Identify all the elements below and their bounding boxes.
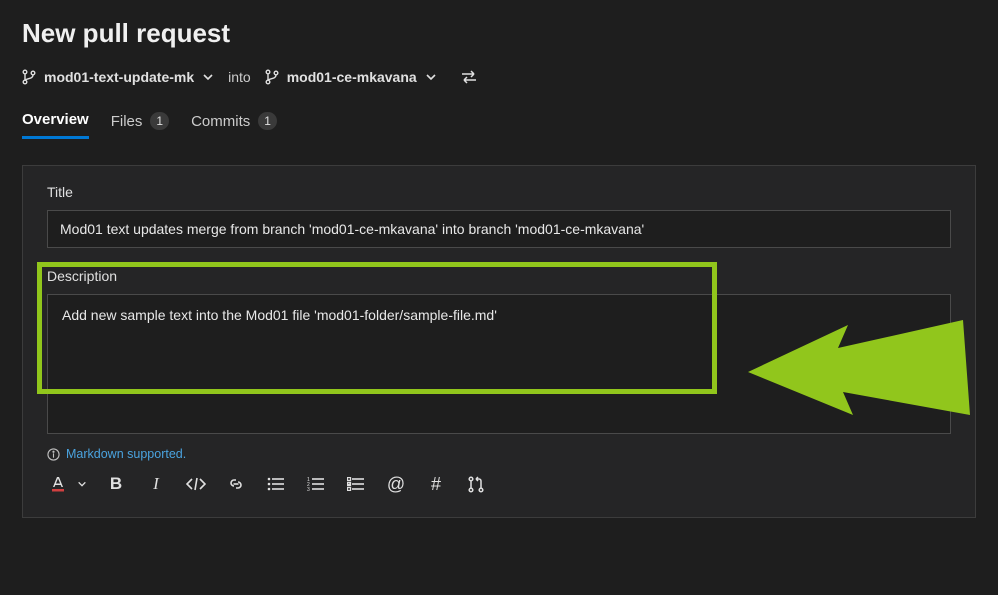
font-color-button[interactable] xyxy=(47,473,69,495)
into-label: into xyxy=(228,69,251,85)
tab-bar: Overview Files 1 Commits 1 xyxy=(22,111,976,139)
italic-button[interactable]: I xyxy=(145,473,167,495)
numbered-list-button[interactable]: 123 xyxy=(305,473,327,495)
info-icon xyxy=(47,448,60,461)
target-branch-label: mod01-ce-mkavana xyxy=(287,69,417,85)
pull-request-link-button[interactable] xyxy=(465,473,487,495)
tab-files[interactable]: Files 1 xyxy=(111,111,169,139)
source-branch-selector[interactable]: mod01-text-update-mk xyxy=(22,69,214,85)
markdown-link[interactable]: Markdown supported. xyxy=(66,447,186,461)
title-input[interactable] xyxy=(47,210,951,248)
chevron-down-icon xyxy=(202,71,214,83)
checklist-button[interactable] xyxy=(345,473,367,495)
source-branch-label: mod01-text-update-mk xyxy=(44,69,194,85)
svg-text:3: 3 xyxy=(307,487,310,491)
chevron-down-icon xyxy=(425,71,437,83)
tab-label: Overview xyxy=(22,111,89,128)
page-title: New pull request xyxy=(22,18,976,49)
description-field-label: Description xyxy=(47,268,951,284)
description-textarea[interactable] xyxy=(47,294,951,434)
code-button[interactable] xyxy=(185,473,207,495)
link-button[interactable] xyxy=(225,473,247,495)
branch-icon xyxy=(265,69,279,85)
bold-button[interactable]: B xyxy=(105,473,127,495)
swap-branches-button[interactable] xyxy=(459,67,479,87)
pr-form-panel: Title Description Markdown supported. xyxy=(22,165,976,518)
mention-button[interactable]: @ xyxy=(385,473,407,495)
chevron-down-icon[interactable] xyxy=(77,479,87,489)
tab-label: Files xyxy=(111,113,143,130)
target-branch-selector[interactable]: mod01-ce-mkavana xyxy=(265,69,437,85)
bullet-list-button[interactable] xyxy=(265,473,287,495)
tab-commits[interactable]: Commits 1 xyxy=(191,111,277,139)
editor-toolbar: B I 123 @ # xyxy=(47,473,951,495)
title-field-label: Title xyxy=(47,184,951,200)
branch-icon xyxy=(22,69,36,85)
files-count-badge: 1 xyxy=(150,112,169,130)
tab-overview[interactable]: Overview xyxy=(22,111,89,139)
hashtag-button[interactable]: # xyxy=(425,473,447,495)
tab-label: Commits xyxy=(191,113,250,130)
branch-selector-row: mod01-text-update-mk into mod01-ce-mkava… xyxy=(22,67,976,87)
markdown-hint: Markdown supported. xyxy=(47,447,951,461)
commits-count-badge: 1 xyxy=(258,112,277,130)
